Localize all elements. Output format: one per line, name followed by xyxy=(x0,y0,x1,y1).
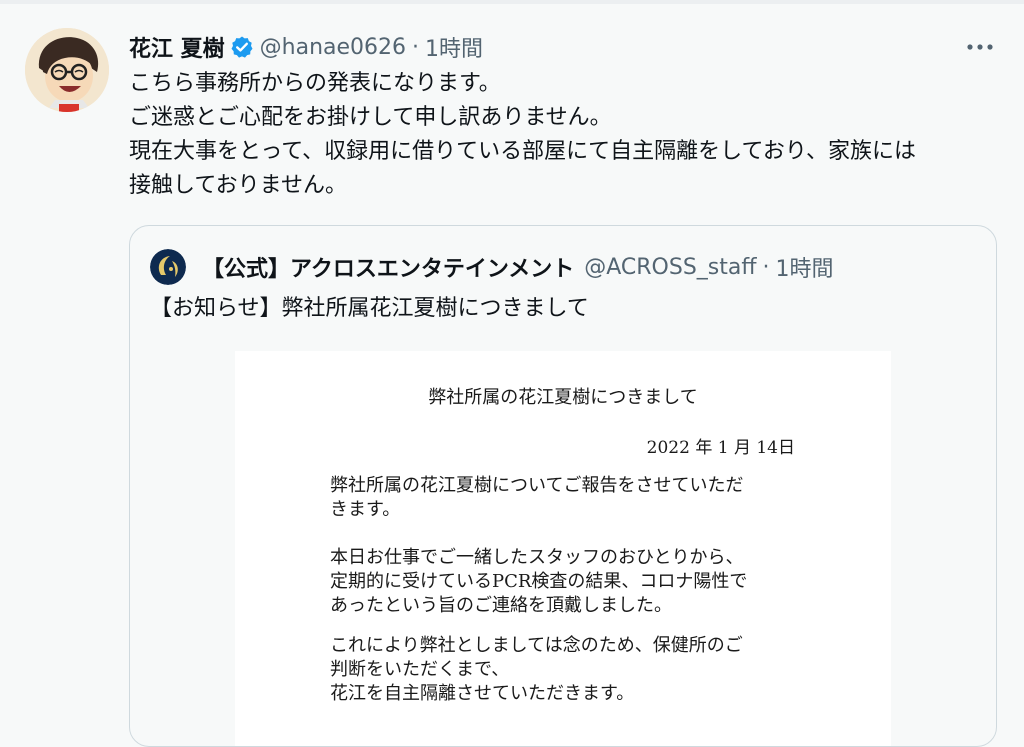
tweet-header: 花江 夏樹 @hanae0626 · 1時間 xyxy=(129,31,483,63)
notice-line: あったという旨のご連絡を頂戴しました。 xyxy=(330,595,672,616)
notice-paragraph: 本日お仕事でご一緒したスタッフのおひとりから、 定期的に受けているPCR検査の結… xyxy=(330,546,850,618)
quoted-author-avatar[interactable] xyxy=(150,249,186,285)
notice-line: 花江を自主隔離させていただきます。 xyxy=(330,683,635,704)
avatar-illustration-icon xyxy=(25,28,109,112)
quoted-tweet-header: 【公式】アクロスエンタテインメント @ACROSS_staff · 1時間 xyxy=(202,250,834,284)
author-name[interactable]: 花江 夏樹 xyxy=(129,31,225,63)
notice-line: 本日お仕事でご一緒したスタッフのおひとりから、 xyxy=(330,547,744,568)
quoted-tweet-card[interactable]: 【公式】アクロスエンタテインメント @ACROSS_staff · 1時間 【お… xyxy=(129,225,997,747)
more-options-icon xyxy=(967,44,993,50)
tweet[interactable]: 花江 夏樹 @hanae0626 · 1時間 こちら事務所からの発表になります。… xyxy=(0,4,1024,747)
notice-line: 定期的に受けているPCR検査の結果、コロナ陽性で xyxy=(330,571,748,592)
tweet-body: こちら事務所からの発表になります。 ご迷惑とご心配をお掛けして申し訳ありません。… xyxy=(129,67,1009,203)
quoted-author-handle[interactable]: @ACROSS_staff xyxy=(584,255,756,280)
author-handle[interactable]: @hanae0626 xyxy=(260,35,406,60)
quoted-tweet-text: 【お知らせ】弊社所属花江夏樹につきまして xyxy=(150,296,589,321)
tweet-timestamp[interactable]: 1時間 xyxy=(425,31,483,63)
quoted-tweet-timestamp[interactable]: 1時間 xyxy=(776,251,834,283)
separator-dot: · xyxy=(412,34,420,60)
notice-line: 判断をいただくまで、 xyxy=(330,659,510,680)
more-options-button[interactable] xyxy=(960,34,1000,60)
notice-image[interactable]: 弊社所属の花江夏樹につきまして 2022 年 1 月 14日 弊社所属の花江夏樹… xyxy=(235,351,891,746)
notice-line: これにより弊社としましては念のため、保健所のご xyxy=(330,635,743,656)
notice-date: 2022 年 1 月 14日 xyxy=(646,438,795,458)
separator-dot: · xyxy=(762,254,770,280)
tweet-body-line: こちら事務所からの発表になります。 xyxy=(129,71,501,96)
notice-paragraph: 弊社所属の花江夏樹についてご報告をさせていただ きます。 xyxy=(330,474,850,522)
notice-line: 弊社所属の花江夏樹についてご報告をさせていただ xyxy=(330,475,744,496)
quoted-author-name[interactable]: 【公式】アクロスエンタテインメント xyxy=(202,251,574,283)
author-avatar[interactable] xyxy=(25,28,109,112)
tweet-body-line: 接触しておりません。 xyxy=(129,173,348,198)
notice-paragraph: これにより弊社としましては念のため、保健所のご 判断をいただくまで、 花江を自主… xyxy=(330,634,850,706)
notice-title: 弊社所属の花江夏樹につきまして xyxy=(428,387,698,408)
across-logo-icon xyxy=(150,249,186,285)
notice-line: きます。 xyxy=(330,499,401,520)
tweet-body-line: 現在大事をとって、収録用に借りている部屋にて自主隔離をしており、家族には xyxy=(129,139,916,164)
verified-badge-icon xyxy=(230,35,254,59)
tweet-body-line: ご迷惑とご心配をお掛けして申し訳ありません。 xyxy=(129,105,612,130)
